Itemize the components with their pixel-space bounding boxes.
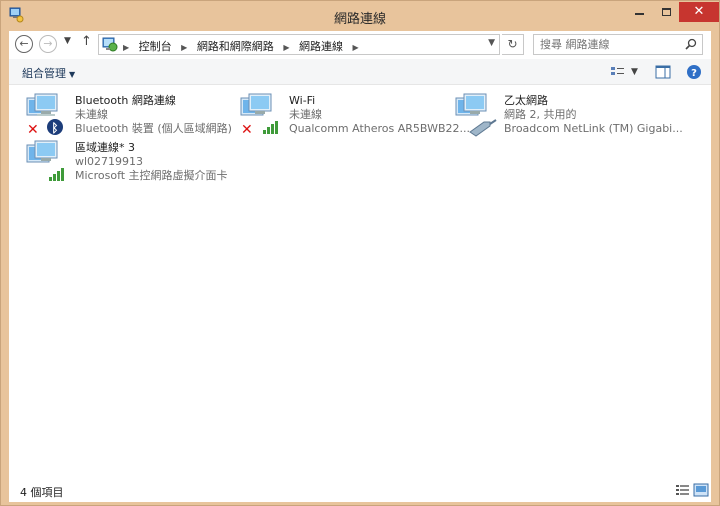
refresh-button[interactable]: ↻ (502, 34, 524, 55)
chevron-down-icon: ▼ (64, 36, 71, 46)
connection-item-bluetooth[interactable]: ✕ ᛒ Bluetooth 網路連線 未連線 Bluetooth 裝置 (個人區… (17, 92, 232, 140)
title-bar[interactable]: 網路連線 ✕ (1, 1, 719, 31)
network-adapter-icon: ✕ ᛒ (26, 93, 63, 138)
connection-status: wl02719913 (75, 155, 144, 168)
bluetooth-icon: ᛒ (51, 121, 58, 135)
connection-device: Microsoft 主控網路虛擬介面卡 (75, 169, 228, 182)
preview-pane-icon[interactable] (654, 63, 672, 81)
breadcrumb-separator-icon[interactable]: ▶ (181, 43, 187, 52)
connection-device: Qualcomm Atheros AR5BWB22... (289, 122, 470, 135)
arrow-right-icon: → (43, 37, 53, 50)
connection-text: 乙太網路 網路 2, 共用的 Broadcom NetLink (TM) Gig… (504, 94, 683, 136)
item-count: 4 個項目 (20, 486, 64, 499)
close-button[interactable]: ✕ (679, 2, 719, 22)
signal-bars-icon (263, 121, 278, 134)
forward-button[interactable]: → (39, 35, 57, 53)
connection-name: 乙太網路 (504, 94, 548, 107)
arrow-left-icon: ← (19, 37, 29, 50)
back-button[interactable]: ← (15, 35, 33, 53)
network-adapter-icon: ✕ (240, 93, 278, 138)
chevron-down-icon: ▼ (631, 67, 638, 77)
breadcrumb-separator-icon[interactable]: ▶ (123, 43, 129, 52)
breadcrumb-item-network-internet[interactable]: 網路和網際網路 (197, 40, 274, 53)
address-bar[interactable]: ▶ 控制台 ▶ 網路和網際網路 ▶ 網路連線 ▶ ▼ (98, 34, 500, 55)
large-icons-view-icon[interactable] (693, 483, 709, 497)
maximize-icon (661, 8, 671, 16)
window-content: ← → ▼ ↑ ▶ 控制台 ▶ 網路和網際網路 ▶ 網路連線 ▶ ▼ ↻ 搜尋 … (9, 31, 711, 502)
minimize-button[interactable] (625, 2, 653, 22)
connection-name: Bluetooth 網路連線 (75, 94, 176, 107)
connection-name: 區域連線* 3 (75, 141, 135, 154)
refresh-icon: ↻ (507, 37, 518, 51)
breadcrumb-separator-icon[interactable]: ▶ (283, 43, 289, 52)
breadcrumb-item-control-panel[interactable]: 控制台 (139, 40, 172, 53)
change-view-icon[interactable] (609, 63, 627, 81)
connection-item-wifi[interactable]: ✕ Wi-Fi 未連線 Qualcomm Atheros AR5BWB22... (231, 92, 470, 140)
breadcrumb-item-network-connections[interactable]: 網路連線 (299, 40, 343, 53)
maximize-button[interactable] (652, 2, 680, 22)
connection-name: Wi-Fi (289, 94, 316, 107)
search-box[interactable] (533, 34, 703, 55)
view-options-dropdown[interactable]: ▼ (631, 67, 638, 77)
connection-status: 未連線 (289, 108, 322, 121)
svg-text:?: ? (691, 68, 697, 79)
command-bar: 組合管理 ▼ ▼ ? (9, 59, 711, 85)
connection-status: 網路 2, 共用的 (504, 108, 577, 121)
help-icon[interactable]: ? (685, 63, 703, 81)
minimize-icon (634, 13, 644, 15)
disabled-x-icon: ✕ (27, 122, 39, 138)
ethernet-cable-icon (469, 119, 497, 137)
explorer-window: 網路連線 ✕ ← → ▼ ↑ ▶ 控制台 ▶ 網路和網際網路 ▶ 網路連線 ▶ … (0, 0, 720, 506)
search-input[interactable] (534, 35, 679, 54)
close-icon: ✕ (693, 4, 705, 19)
disabled-x-icon: ✕ (241, 122, 253, 138)
connection-status: 未連線 (75, 108, 108, 121)
connection-device: Bluetooth 裝置 (個人區域網路) (75, 122, 232, 135)
breadcrumb: ▶ 控制台 ▶ 網路和網際網路 ▶ 網路連線 ▶ (123, 38, 365, 54)
control-panel-icon (102, 37, 118, 52)
signal-bars-icon (49, 168, 64, 181)
navigation-row: ← → ▼ ↑ ▶ 控制台 ▶ 網路和網際網路 ▶ 網路連線 ▶ ▼ ↻ 搜尋 … (9, 31, 711, 57)
arrow-up-icon: ↑ (81, 34, 92, 49)
connection-item-ethernet[interactable]: 乙太網路 網路 2, 共用的 Broadcom NetLink (TM) Gig… (446, 92, 683, 140)
connections-list: ✕ ᛒ Bluetooth 網路連線 未連線 Bluetooth 裝置 (個人區… (9, 86, 711, 476)
connection-text: Wi-Fi 未連線 Qualcomm Atheros AR5BWB22... (289, 94, 470, 136)
up-button[interactable]: ↑ (81, 34, 92, 49)
connection-text: Bluetooth 網路連線 未連線 Bluetooth 裝置 (個人區域網路) (75, 94, 232, 136)
window-title: 網路連線 (333, 12, 386, 27)
connection-item-local-area-3[interactable]: 區域連線* 3 wl02719913 Microsoft 主控網路虛擬介面卡 (17, 139, 232, 187)
network-adapter-icon (26, 140, 64, 181)
search-icon[interactable] (685, 38, 697, 50)
address-dropdown-icon[interactable]: ▼ (488, 38, 495, 48)
recent-locations-button[interactable]: ▼ (64, 36, 71, 46)
details-view-icon[interactable] (675, 483, 691, 497)
network-adapter-icon (455, 93, 497, 137)
connection-text: 區域連線* 3 wl02719913 Microsoft 主控網路虛擬介面卡 (75, 141, 228, 183)
status-bar: 4 個項目 (9, 479, 711, 502)
breadcrumb-separator-icon[interactable]: ▶ (352, 43, 358, 52)
organize-menu[interactable]: 組合管理 ▼ (22, 65, 75, 81)
organize-label: 組合管理 (22, 67, 66, 80)
chevron-down-icon: ▼ (69, 70, 76, 79)
connection-device: Broadcom NetLink (TM) Gigabi... (504, 122, 683, 135)
